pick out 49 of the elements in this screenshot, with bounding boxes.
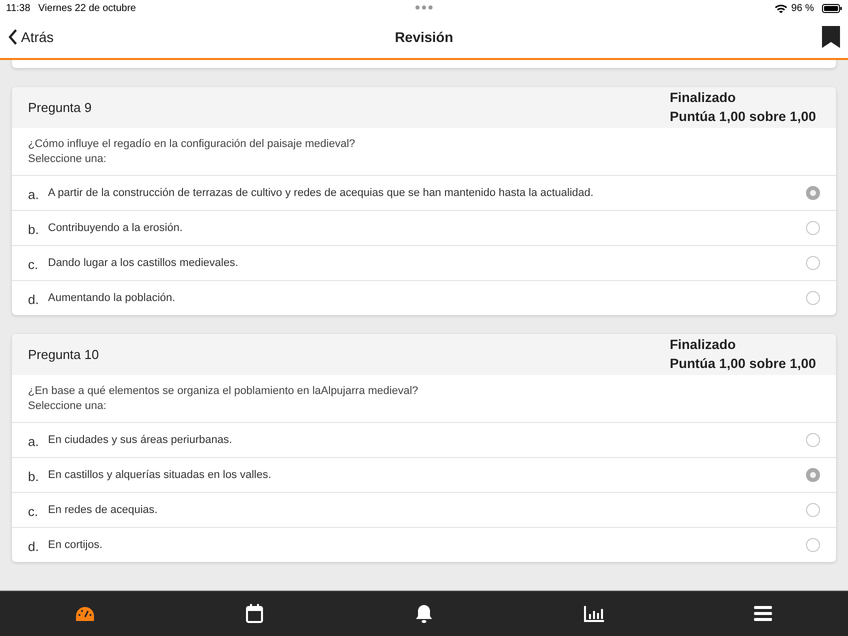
option-text: En castillos y alquerías situadas en los valles. — [48, 469, 272, 481]
calendar-icon[interactable] — [246, 604, 263, 623]
option-text: En redes de acequias. — [48, 504, 158, 516]
question-state: Finalizado — [670, 337, 737, 353]
radio-button[interactable] — [806, 503, 820, 517]
option-text: En ciudades y sus áreas periurbanas. — [48, 434, 234, 446]
wifi-icon — [775, 4, 788, 12]
question-grade: Puntúa 1,00 sobre 1,00 — [670, 356, 816, 372]
battery-percent: 96 % — [791, 2, 814, 14]
radio-button[interactable] — [806, 256, 820, 270]
option-letter: d. — [28, 538, 40, 554]
bar-chart-icon[interactable] — [584, 606, 604, 622]
option-letter: a. — [28, 186, 40, 202]
answer-prompt: Seleccione una: — [28, 152, 106, 167]
chevron-left-icon — [8, 29, 18, 45]
option-letter: c. — [28, 256, 40, 272]
page-title: Revisión — [394, 29, 454, 45]
question-title: Pregunta 10 — [28, 347, 100, 362]
answer-prompt: Seleccione una: — [28, 399, 106, 414]
option-letter: c. — [28, 503, 40, 519]
option-text: Dando lugar a los castillos medievales. — [48, 257, 240, 269]
bell-icon[interactable] — [414, 604, 433, 623]
radio-button[interactable] — [806, 221, 820, 235]
status-time: 11:38 — [6, 2, 30, 14]
question-text: ¿En base a qué elementos se organiza el poblamiento en laAlpujarra medieval? — [28, 384, 418, 399]
option-letter: b. — [28, 468, 40, 484]
radio-button[interactable] — [806, 186, 820, 200]
question-text: ¿Cómo influye el regadío en la configuración del paisaje medieval? — [28, 137, 356, 152]
option-text: Aumentando la población. — [48, 292, 176, 304]
option-letter: a. — [28, 433, 40, 449]
radio-button[interactable] — [806, 468, 820, 482]
bookmark-icon[interactable] — [822, 26, 840, 48]
question-title: Pregunta 9 — [28, 100, 93, 115]
option-letter: b. — [28, 221, 40, 237]
question-grade: Puntúa 1,00 sobre 1,00 — [670, 109, 816, 125]
radio-button[interactable] — [806, 291, 820, 305]
question-state: Finalizado — [670, 90, 737, 106]
option-text: A partir de la construcción de terrazas de cultivo y redes de acequias que se han mantenido hasta la actualidad. — [48, 187, 594, 199]
option-text: En cortijos. — [48, 539, 104, 551]
radio-button[interactable] — [806, 433, 820, 447]
battery-icon — [822, 4, 842, 12]
status-date: Viernes 22 de octubre — [38, 2, 136, 14]
option-letter: d. — [28, 291, 40, 307]
back-button[interactable]: Atrás — [8, 29, 54, 45]
option-text: Contribuyendo a la erosión. — [48, 222, 184, 234]
radio-button[interactable] — [806, 538, 820, 552]
menu-icon[interactable] — [754, 606, 772, 621]
more-dots-icon — [415, 5, 433, 10]
dashboard-icon[interactable] — [74, 606, 95, 622]
